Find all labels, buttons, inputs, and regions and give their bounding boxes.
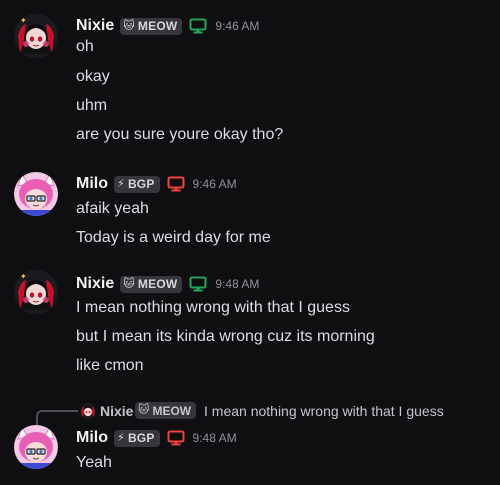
server-tag-label: BGP [127,431,155,445]
server-tag[interactable]: ⚡ BGP [114,429,160,447]
message-group-milo-2: Milo ⚡ BGP 9:48 AM Yeah [0,0,500,485]
message-line: Yeah [76,454,112,471]
lightning-icon: ⚡ [117,431,125,444]
timestamp[interactable]: 9:48 AM [193,431,237,445]
message-header: Milo ⚡ BGP 9:48 AM [76,428,237,448]
desktop-icon [167,430,185,446]
username[interactable]: Milo [76,429,108,447]
avatar-milo[interactable] [14,425,58,469]
